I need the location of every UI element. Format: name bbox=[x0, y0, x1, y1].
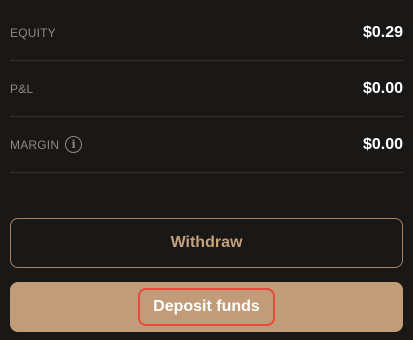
margin-label: MARGIN bbox=[10, 137, 60, 152]
withdraw-button[interactable]: Withdraw bbox=[10, 218, 403, 268]
equity-value: $0.29 bbox=[362, 23, 403, 41]
pnl-value: $0.00 bbox=[362, 79, 403, 97]
deposit-funds-button[interactable]: Deposit funds bbox=[10, 282, 403, 332]
margin-value: $0.00 bbox=[362, 135, 403, 153]
margin-row: MARGIN i $0.00 bbox=[10, 117, 403, 173]
pnl-row: P&L $0.00 bbox=[10, 61, 403, 117]
margin-label-group: MARGIN i bbox=[10, 136, 83, 153]
pnl-label: P&L bbox=[10, 81, 34, 96]
deposit-funds-label: Deposit funds bbox=[138, 288, 275, 326]
equity-label: EQUITY bbox=[10, 25, 56, 40]
account-summary-panel: EQUITY $0.29 P&L $0.00 MARGIN i $0.00 Wi… bbox=[0, 0, 413, 340]
info-icon[interactable]: i bbox=[65, 136, 83, 153]
equity-row: EQUITY $0.29 bbox=[10, 5, 403, 61]
withdraw-button-label: Withdraw bbox=[170, 234, 243, 251]
